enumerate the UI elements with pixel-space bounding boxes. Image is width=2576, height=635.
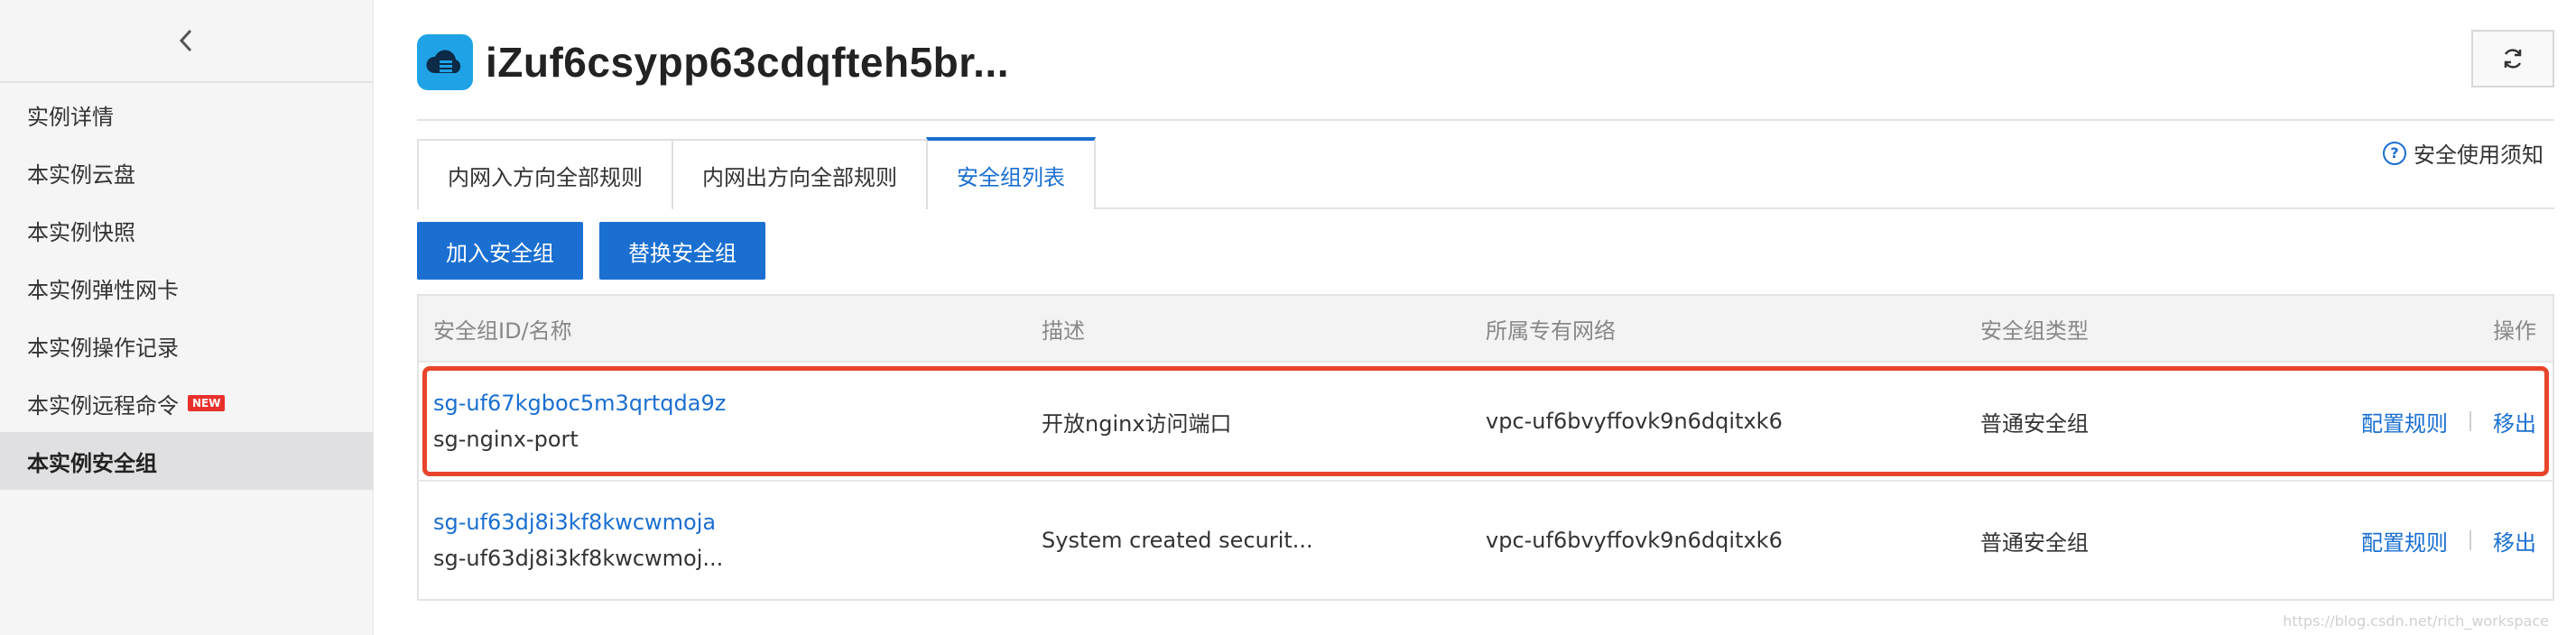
chevron-left-icon: [179, 29, 191, 52]
table-header: 安全组ID/名称 描述 所属专有网络 安全组类型 操作: [419, 296, 2553, 361]
sidebar-item-remote-commands[interactable]: 本实例远程命令 NEW: [0, 374, 373, 432]
refresh-button[interactable]: [2471, 30, 2554, 87]
description-cell: 开放nginx访问端口: [1042, 410, 1232, 437]
tab-security-group-list[interactable]: 安全组列表: [926, 137, 1096, 209]
sidebar-item-eni[interactable]: 本实例弹性网卡: [0, 259, 373, 317]
id-name-cell: sg-uf67kgboc5m3qrtqda9z sg-nginx-port: [433, 385, 726, 457]
sidebar-item-disks[interactable]: 本实例云盘: [0, 143, 373, 201]
sidebar-item-security-groups[interactable]: 本实例安全组: [0, 432, 373, 490]
actions-cell: 配置规则 移出: [2361, 406, 2536, 437]
divider: [417, 119, 2554, 121]
column-header-type: 安全组类型: [1980, 318, 2089, 344]
replace-security-group-button[interactable]: 替换安全组: [599, 222, 765, 280]
vpc-cell: vpc-uf6bvyffovk9n6dqitxk6: [1486, 409, 1783, 434]
sidebar-item-instance-details[interactable]: 实例详情: [0, 86, 373, 143]
sidebar-item-label: 本实例远程命令: [27, 392, 179, 419]
type-cell: 普通安全组: [1980, 529, 2089, 556]
configure-rules-link[interactable]: 配置规则: [2361, 525, 2448, 557]
help-circle-icon: ?: [2383, 141, 2406, 165]
configure-rules-link[interactable]: 配置规则: [2361, 406, 2448, 437]
tab-label: 安全组列表: [957, 164, 1065, 190]
sidebar-item-label: 本实例安全组: [27, 450, 157, 476]
action-separator: [2469, 530, 2471, 550]
security-group-id-link[interactable]: sg-uf67kgboc5m3qrtqda9z: [433, 385, 726, 421]
tab-label: 内网入方向全部规则: [448, 164, 643, 190]
description-cell: System created securit...: [1042, 528, 1313, 553]
new-badge: NEW: [188, 395, 226, 411]
security-group-id-link[interactable]: sg-uf63dj8i3kf8kwcwmoja: [433, 504, 723, 540]
page-header: iZuf6csypp63cdqfteh5br...: [417, 34, 1009, 90]
sidebar: 实例详情 本实例云盘 本实例快照 本实例弹性网卡 本实例操作记录 本实例远程命令…: [0, 0, 374, 635]
sidebar-item-label: 本实例云盘: [27, 161, 135, 188]
table-row: sg-uf67kgboc5m3qrtqda9z sg-nginx-port 开放…: [419, 361, 2553, 480]
column-header-id-name: 安全组ID/名称: [433, 318, 572, 344]
sidebar-list: 实例详情 本实例云盘 本实例快照 本实例弹性网卡 本实例操作记录 本实例远程命令…: [0, 83, 373, 490]
column-header-description: 描述: [1042, 318, 1085, 344]
sidebar-item-snapshots[interactable]: 本实例快照: [0, 201, 373, 259]
sidebar-item-label: 实例详情: [27, 104, 114, 130]
refresh-icon: [2504, 49, 2522, 69]
table-row: sg-uf63dj8i3kf8kwcwmoja sg-uf63dj8i3kf8k…: [419, 480, 2553, 599]
page-title: iZuf6csypp63cdqfteh5br...: [486, 39, 1009, 86]
sidebar-item-label: 本实例弹性网卡: [27, 277, 179, 303]
column-header-vpc: 所属专有网络: [1486, 318, 1616, 344]
actions-cell: 配置规则 移出: [2361, 525, 2536, 557]
collapse-sidebar-button[interactable]: [0, 0, 373, 83]
security-group-name: sg-uf63dj8i3kf8kwcwmoj...: [433, 546, 724, 571]
column-header-actions: 操作: [2493, 318, 2536, 344]
cloud-server-icon: [417, 34, 473, 90]
remove-link[interactable]: 移出: [2493, 406, 2536, 437]
vpc-cell: vpc-uf6bvyffovk9n6dqitxk6: [1486, 528, 1783, 553]
tab-bar: 内网入方向全部规则 内网出方向全部规则 安全组列表: [417, 135, 2554, 209]
main-content: iZuf6csypp63cdqfteh5br... 内网入方向全部规则 内网出方…: [374, 0, 2576, 635]
join-security-group-button[interactable]: 加入安全组: [417, 222, 583, 280]
sidebar-item-label: 本实例快照: [27, 219, 135, 245]
tab-inbound-rules[interactable]: 内网入方向全部规则: [417, 139, 673, 209]
type-cell: 普通安全组: [1980, 410, 2089, 437]
remove-link[interactable]: 移出: [2493, 525, 2536, 557]
security-notice-link[interactable]: ? 安全使用须知: [2383, 137, 2544, 169]
sidebar-item-operation-logs[interactable]: 本实例操作记录: [0, 317, 373, 374]
security-group-name: sg-nginx-port: [433, 427, 579, 452]
watermark: https://blog.csdn.net/rich_workspace: [2283, 612, 2549, 630]
id-name-cell: sg-uf63dj8i3kf8kwcwmoja sg-uf63dj8i3kf8k…: [433, 504, 723, 576]
action-buttons: 加入安全组 替换安全组: [417, 222, 765, 280]
tab-outbound-rules[interactable]: 内网出方向全部规则: [672, 139, 928, 209]
sidebar-item-label: 本实例操作记录: [27, 335, 179, 361]
tab-label: 内网出方向全部规则: [702, 164, 897, 190]
action-separator: [2469, 411, 2471, 431]
security-notice-label: 安全使用须知: [2414, 143, 2544, 168]
security-group-table: 安全组ID/名称 描述 所属专有网络 安全组类型 操作 sg-uf67kgboc…: [417, 294, 2554, 601]
